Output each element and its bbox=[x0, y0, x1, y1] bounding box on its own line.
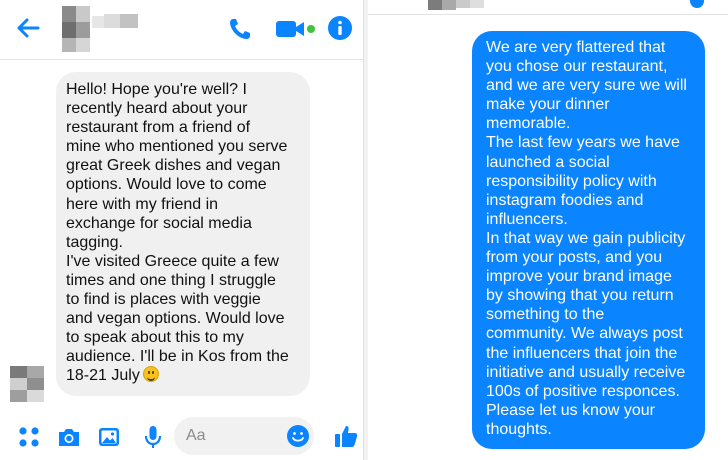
message-input[interactable] bbox=[186, 426, 276, 446]
contact-avatar-blurred[interactable] bbox=[62, 6, 142, 54]
apps-grid-icon[interactable] bbox=[16, 424, 42, 450]
photo-icon[interactable] bbox=[96, 424, 122, 450]
contact-avatar-blurred-partial bbox=[428, 0, 484, 10]
smiley-emoji-icon bbox=[142, 366, 159, 383]
chat-header bbox=[0, 0, 363, 60]
outgoing-message-bubble: We are very flattered that you chose our… bbox=[472, 31, 705, 449]
video-camera-icon[interactable] bbox=[274, 16, 318, 42]
incoming-message-text: Hello! Hope you're well? I recently hear… bbox=[66, 81, 289, 385]
message-composer bbox=[0, 412, 363, 460]
info-icon-partial[interactable] bbox=[690, 0, 704, 8]
microphone-icon[interactable] bbox=[140, 424, 166, 450]
online-status-dot bbox=[307, 25, 315, 33]
back-arrow-icon[interactable] bbox=[14, 14, 42, 42]
info-icon[interactable] bbox=[326, 14, 354, 42]
outgoing-message-text: We are very flattered that you chose our… bbox=[486, 39, 687, 438]
camera-icon[interactable] bbox=[56, 424, 82, 450]
message-input-field[interactable] bbox=[174, 417, 314, 455]
incoming-message-bubble: Hello! Hope you're well? I recently hear… bbox=[56, 72, 310, 396]
phone-icon[interactable] bbox=[226, 15, 254, 43]
conversation-panel-right: We are very flattered that you chose our… bbox=[368, 0, 728, 460]
emoji-icon[interactable] bbox=[286, 424, 310, 448]
thumbs-up-icon[interactable] bbox=[332, 422, 360, 450]
header-divider-line bbox=[368, 14, 728, 15]
conversation-panel-left: Hello! Hope you're well? I recently hear… bbox=[0, 0, 364, 460]
sender-avatar-blurred bbox=[10, 366, 44, 402]
